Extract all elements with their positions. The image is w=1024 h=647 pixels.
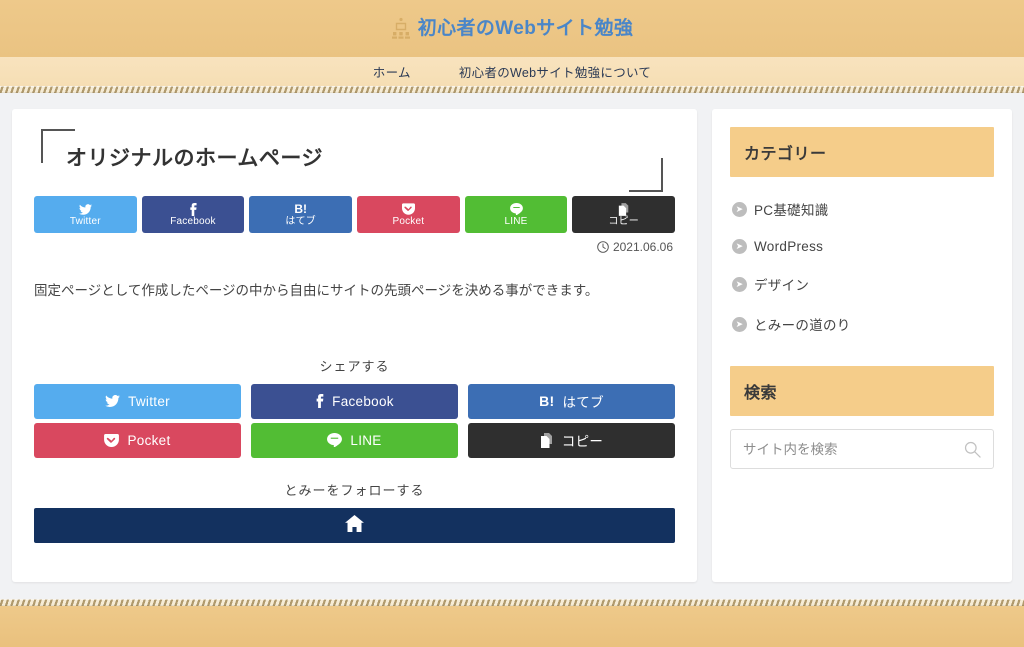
sidebar: カテゴリー ➤ PC基礎知識 ➤ WordPress ➤ デザイン ➤ とみーの… (712, 109, 1012, 582)
post-date-text: 2021.06.06 (612, 240, 673, 255)
main-content-card: オリジナルのホームページ Twitter Facebook B! はてブ Poc… (12, 109, 697, 582)
entry-title-block: オリジナルのホームページ (34, 129, 675, 193)
share-pocket-label-top: Pocket (392, 215, 425, 227)
chevron-right-icon: ➤ (732, 201, 747, 217)
share-pocket-button-top[interactable]: Pocket (357, 196, 460, 234)
share-facebook-label-top: Facebook (170, 215, 216, 227)
share-line-label-top: LINE (504, 215, 528, 227)
site-title: 初心者のWebサイト勉強 (417, 18, 634, 39)
copy-icon (540, 432, 554, 448)
share-facebook-button-top[interactable]: Facebook (141, 196, 245, 234)
share-twitter-label: Twitter (128, 393, 170, 409)
share-twitter-button[interactable]: Twitter (34, 383, 241, 419)
category-label: WordPress (754, 239, 824, 254)
share-line-button[interactable]: LINE (251, 422, 458, 458)
category-label: とみーの道のり (754, 318, 851, 333)
share-copy-button[interactable]: コピー (468, 422, 675, 458)
share-facebook-button[interactable]: Facebook (251, 383, 458, 419)
category-label: デザイン (754, 278, 810, 293)
follow-home-button[interactable] (34, 507, 675, 543)
twitter-bird-icon (78, 203, 92, 216)
header-stitch-divider (0, 86, 1024, 93)
hatena-b-icon: B! (539, 394, 554, 408)
category-label: PC基礎知識 (754, 203, 829, 218)
post-body-text: 固定ページとして作成したページの中から自由にサイトの先頭ページを決める事ができま… (34, 283, 599, 299)
share-pocket-label: Pocket (127, 432, 171, 448)
share-line-label: LINE (350, 432, 382, 448)
search-icon[interactable] (964, 441, 981, 458)
nav-item-about[interactable]: 初心者のWebサイト勉強について (459, 62, 651, 81)
chevron-right-icon: ➤ (732, 316, 747, 332)
site-title-link[interactable]: 初心者のWebサイト勉強 (391, 17, 634, 41)
post-date: 2021.06.06 (34, 240, 675, 254)
hatena-b-icon: B! (294, 203, 307, 216)
share-hatena-button-top[interactable]: B! はてブ (249, 196, 353, 234)
facebook-f-icon (189, 202, 197, 216)
share-section-label: シェアする (319, 358, 390, 374)
share-twitter-label-top: Twitter (69, 215, 101, 227)
category-item-pc[interactable]: ➤ PC基礎知識 (730, 189, 994, 229)
share-hatena-label: はてブ (562, 395, 604, 411)
share-copy-label: コピー (561, 434, 604, 450)
search-input[interactable] (743, 441, 964, 457)
chevron-right-icon: ➤ (732, 276, 747, 292)
clock-icon (597, 241, 609, 254)
hatena-badge: B! (539, 393, 555, 410)
footer-stitch-divider (0, 599, 1024, 606)
share-buttons-top: Twitter Facebook B! はてブ Pocket LINE コピー (34, 196, 676, 234)
share-twitter-button-top[interactable]: Twitter (34, 196, 137, 234)
follow-section-label: とみーをフォローする (284, 482, 425, 498)
line-icon (509, 203, 523, 216)
pocket-icon (401, 203, 415, 216)
category-item-wordpress[interactable]: ➤ WordPress (730, 229, 994, 264)
chevron-right-icon: ➤ (732, 239, 747, 254)
twitter-bird-icon (105, 395, 120, 408)
share-copy-button-top[interactable]: コピー (572, 196, 676, 234)
share-line-button-top[interactable]: LINE (464, 196, 568, 234)
page-body: オリジナルのホームページ Twitter Facebook B! はてブ Poc… (0, 93, 1024, 599)
categories-widget: カテゴリー ➤ PC基礎知識 ➤ WordPress ➤ デザイン ➤ とみーの… (730, 127, 994, 344)
search-box[interactable] (730, 429, 994, 469)
line-icon (327, 433, 343, 448)
facebook-f-icon (315, 394, 324, 409)
category-item-journey[interactable]: ➤ とみーの道のり (730, 304, 994, 344)
share-hatena-button[interactable]: B! はてブ (468, 383, 675, 419)
nav-item-home[interactable]: ホーム (373, 62, 411, 81)
category-list: ➤ PC基礎知識 ➤ WordPress ➤ デザイン ➤ とみーの道のり (730, 189, 994, 344)
share-buttons-bottom: Twitter Facebook B! はてブ Pocket LINE コピー (34, 383, 675, 458)
share-copy-label-top: コピー (608, 215, 639, 227)
categories-widget-title: カテゴリー (730, 127, 994, 177)
hatena-badge-top: B! (294, 202, 308, 217)
main-navigation: ホーム 初心者のWebサイト勉強について (0, 57, 1024, 86)
share-pocket-button[interactable]: Pocket (34, 422, 241, 458)
copy-icon (618, 202, 630, 216)
share-facebook-label: Facebook (332, 393, 394, 409)
search-widget-title: 検索 (730, 366, 994, 416)
site-footer (0, 606, 1024, 647)
home-icon (345, 515, 364, 535)
pocket-icon (104, 433, 120, 447)
category-item-design[interactable]: ➤ デザイン (730, 264, 994, 304)
share-hatena-label-top: はてブ (285, 215, 316, 227)
page-title: オリジナルのホームページ (66, 147, 323, 170)
search-widget: 検索 (730, 366, 994, 469)
site-header: 初心者のWebサイト勉強 (0, 0, 1024, 57)
presentation-person-icon (391, 17, 411, 41)
